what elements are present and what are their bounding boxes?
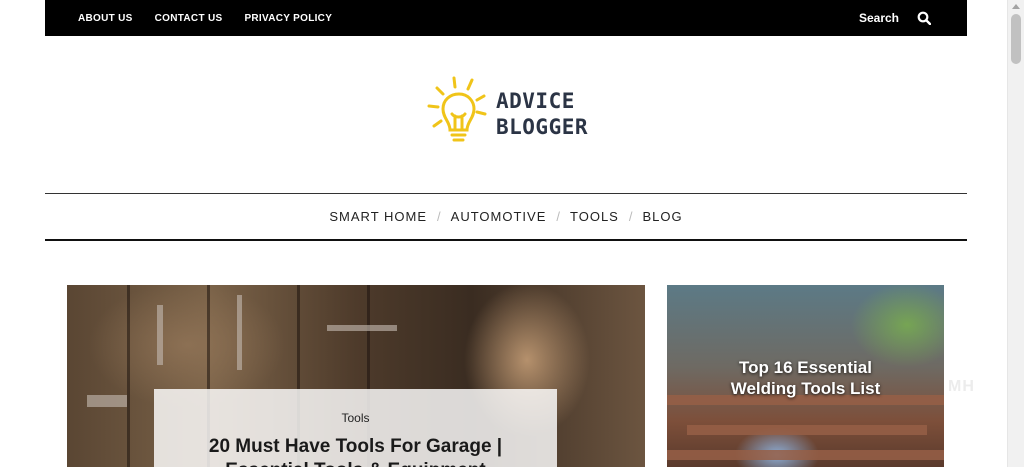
nav-separator: / xyxy=(556,209,561,224)
top-link-contact-us[interactable]: CONTACT US xyxy=(155,13,223,24)
background-detail xyxy=(667,450,944,460)
nav-item-smart-home[interactable]: SMART HOME xyxy=(329,209,427,224)
main-nav: SMART HOME / AUTOMOTIVE / TOOLS / BLOG xyxy=(45,193,967,241)
background-detail xyxy=(157,305,163,365)
featured-post-caption[interactable]: Tools 20 Must Have Tools For Garage | Es… xyxy=(154,389,557,467)
background-detail xyxy=(687,425,927,435)
top-nav: ABOUT US CONTACT US PRIVACY POLICY xyxy=(78,0,332,36)
background-detail xyxy=(127,285,130,467)
search-label[interactable]: Search xyxy=(859,11,899,25)
site-logo[interactable]: ADVICE BLOGGER xyxy=(424,74,600,146)
background-detail xyxy=(87,395,127,407)
logo-line-1: ADVICE xyxy=(496,89,575,113)
featured-post-card[interactable]: Tools 20 Must Have Tools For Garage | Es… xyxy=(67,285,645,467)
post-category[interactable]: Tools xyxy=(154,411,557,425)
nav-separator: / xyxy=(437,209,441,224)
logo-text: ADVICE BLOGGER xyxy=(496,88,588,140)
nav-item-automotive[interactable]: AUTOMOTIVE xyxy=(451,209,547,224)
top-link-privacy-policy[interactable]: PRIVACY POLICY xyxy=(244,13,332,24)
nav-item-blog[interactable]: BLOG xyxy=(642,209,682,224)
search-icon[interactable] xyxy=(917,11,931,25)
background-detail xyxy=(237,295,242,370)
nav-item-tools[interactable]: TOOLS xyxy=(570,209,619,224)
scroll-up-arrow-icon[interactable] xyxy=(1012,4,1020,9)
top-link-about-us[interactable]: ABOUT US xyxy=(78,13,133,24)
scroll-thumb[interactable] xyxy=(1011,14,1021,64)
top-bar: ABOUT US CONTACT US PRIVACY POLICY Searc… xyxy=(45,0,967,36)
lightbulb-icon xyxy=(427,76,487,142)
logo-line-2: BLOGGER xyxy=(496,115,589,139)
side-post-title-line-1: Top 16 Essential xyxy=(739,358,872,377)
page-scrollbar[interactable] xyxy=(1007,0,1024,467)
side-post-title-line-2: Welding Tools List xyxy=(730,379,881,398)
nav-separator: / xyxy=(628,209,633,224)
page: ABOUT US CONTACT US PRIVACY POLICY Searc… xyxy=(0,0,1024,467)
side-post-title[interactable]: Top 16 Essential Welding Tools List xyxy=(667,357,944,399)
post-title[interactable]: 20 Must Have Tools For Garage | Essentia… xyxy=(154,435,557,467)
watermark: MH xyxy=(948,378,975,395)
background-detail xyxy=(327,325,397,331)
search-area[interactable]: Search xyxy=(859,0,931,36)
side-post-card[interactable]: Top 16 Essential Welding Tools List xyxy=(667,285,944,467)
